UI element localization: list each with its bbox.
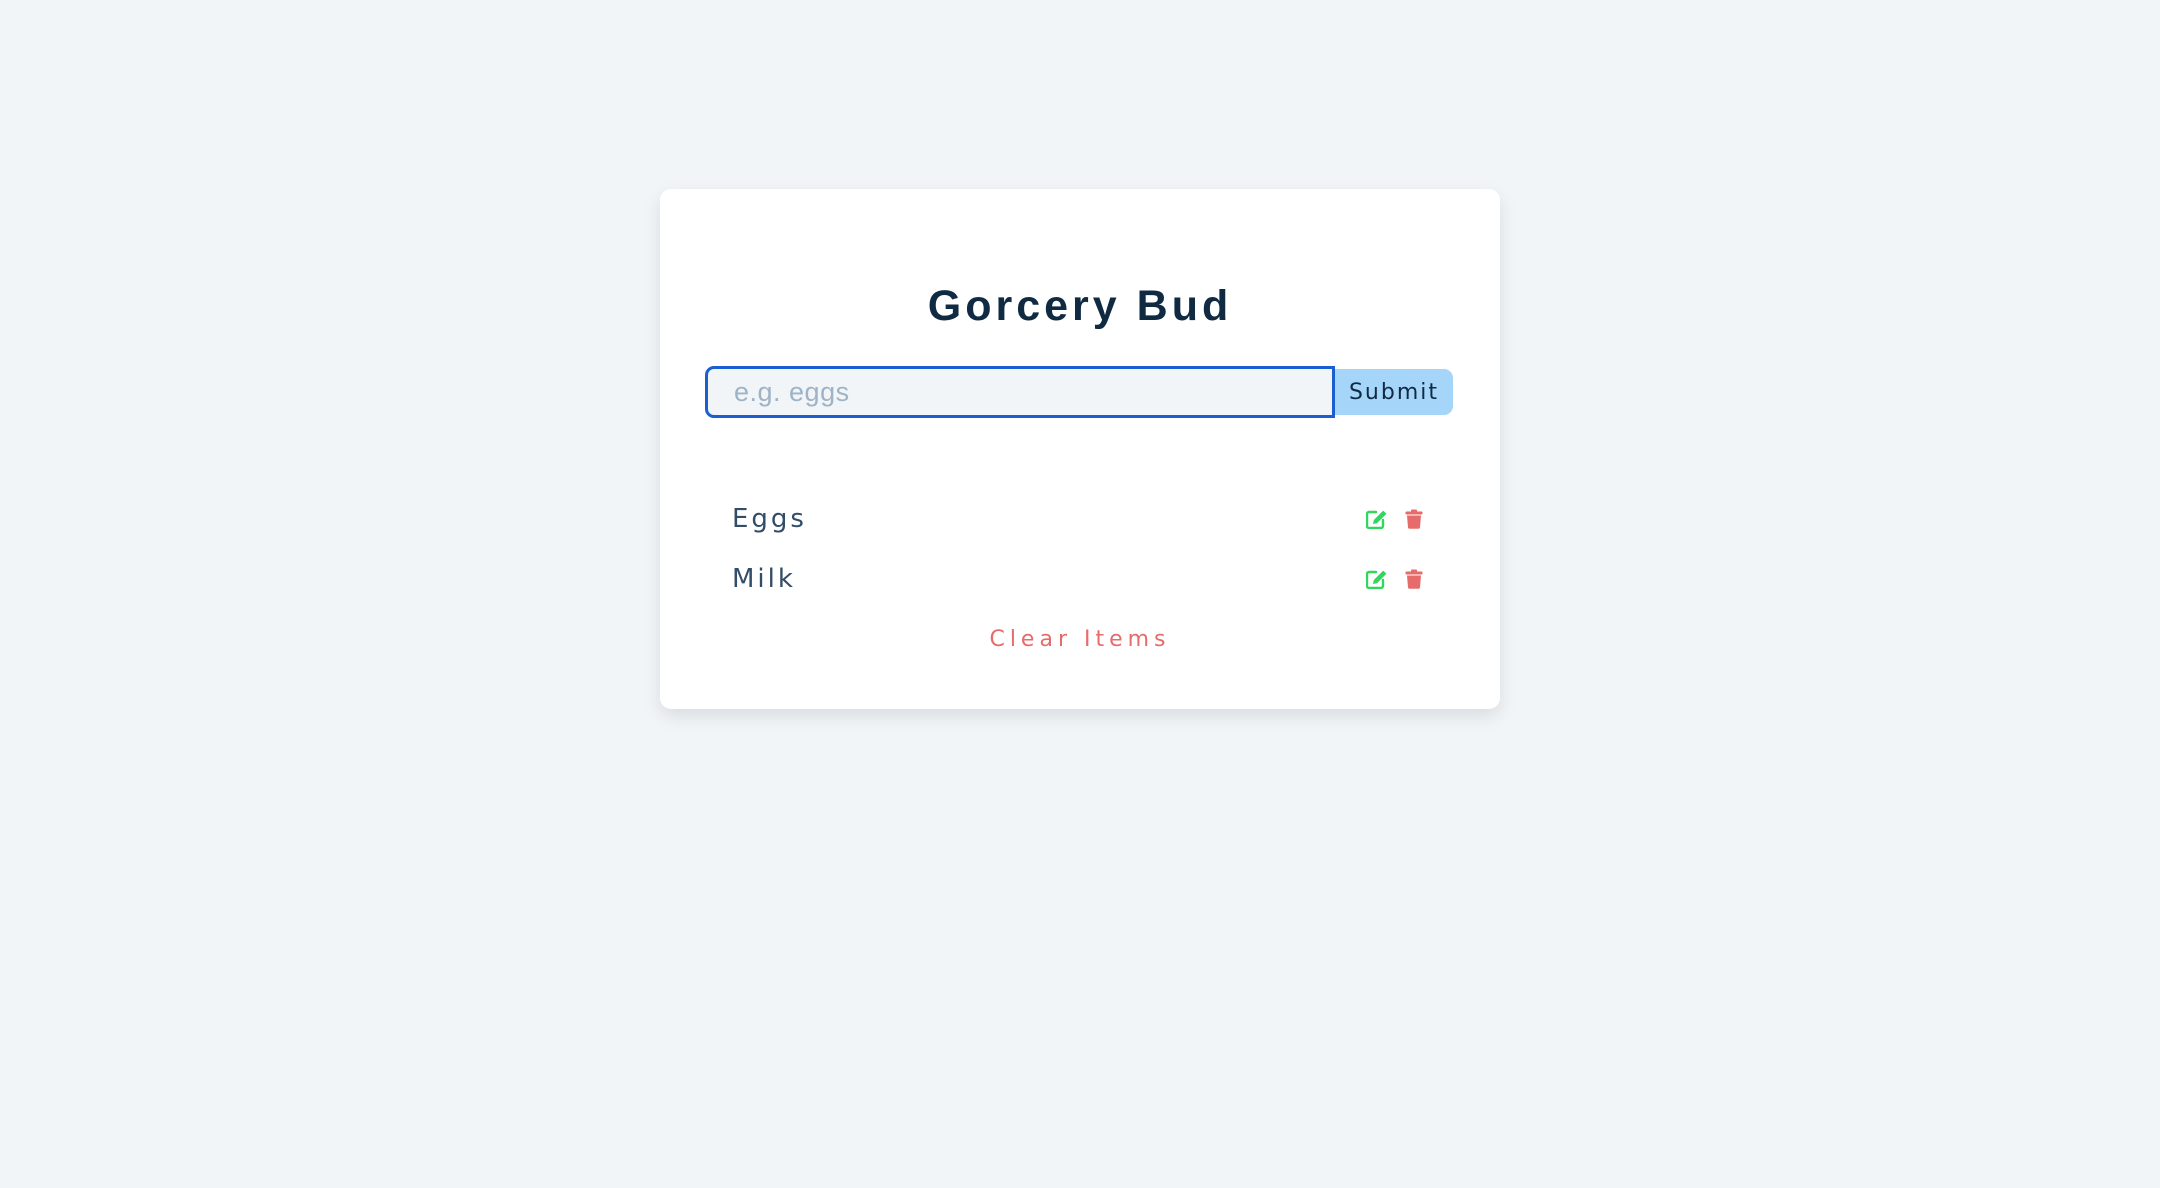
delete-button[interactable] — [1403, 508, 1425, 530]
item-title: Eggs — [732, 504, 807, 534]
item-title: Milk — [732, 564, 796, 594]
submit-button[interactable]: Submit — [1335, 369, 1453, 415]
item-actions — [1366, 508, 1425, 530]
delete-button[interactable] — [1403, 568, 1425, 590]
clear-items-button[interactable]: Clear Items — [950, 627, 1210, 652]
grocery-card: Gorcery Bud Submit Eggs — [660, 189, 1500, 709]
edit-icon — [1366, 509, 1388, 529]
edit-button[interactable] — [1366, 508, 1388, 530]
item-input[interactable] — [705, 366, 1335, 418]
item-actions — [1366, 568, 1425, 590]
edit-icon — [1366, 569, 1388, 589]
grocery-list: Eggs Milk — [705, 489, 1453, 609]
list-item: Eggs — [705, 489, 1453, 549]
trash-icon — [1405, 509, 1423, 529]
app-title: Gorcery Bud — [927, 282, 1233, 330]
edit-button[interactable] — [1366, 568, 1388, 590]
list-item: Milk — [705, 549, 1453, 609]
grocery-form: Submit — [705, 366, 1453, 418]
trash-icon — [1405, 569, 1423, 589]
